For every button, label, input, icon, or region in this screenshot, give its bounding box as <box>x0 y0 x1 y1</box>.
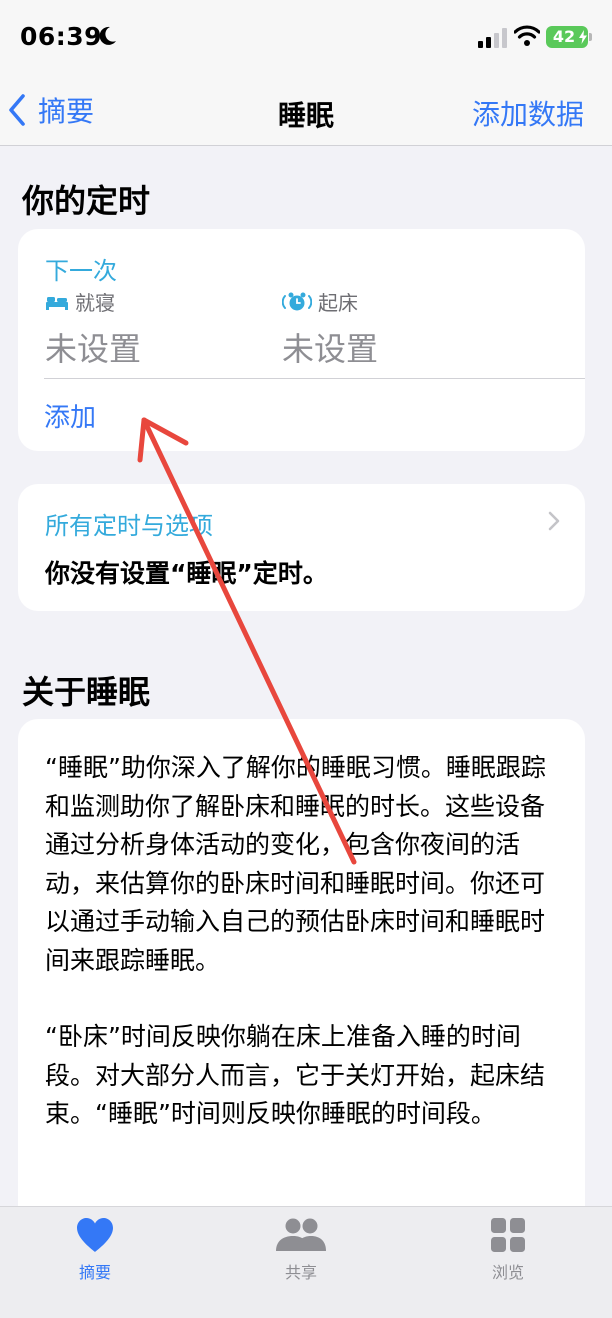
grid-icon <box>491 1218 525 1252</box>
no-schedule-message: 你没有设置“睡眠”定时。 <box>45 559 328 588</box>
navigation-bar: 摘要 睡眠 添加数据 <box>0 74 612 146</box>
about-text: “睡眠”助你深入了解你的睡眠习惯。睡眠跟踪和监测助你了解卧床和睡眠的时长。这些设… <box>45 749 563 1134</box>
about-card: “睡眠”助你深入了解你的睡眠习惯。睡眠跟踪和监测助你了解卧床和睡眠的时长。这些设… <box>18 719 585 1239</box>
status-time: 06:39 <box>20 22 103 51</box>
chevron-right-icon <box>548 511 560 531</box>
battery-level: 42 <box>552 27 576 46</box>
tab-sharing[interactable]: 共享 <box>246 1217 356 1283</box>
schedule-heading: 你的定时 <box>22 182 151 220</box>
all-schedules-options-card[interactable]: 所有定时与选项 你没有设置“睡眠”定时。 <box>18 484 585 611</box>
alarm-clock-icon <box>282 292 312 310</box>
battery-indicator: 42 <box>546 26 588 48</box>
all-schedules-options-label: 所有定时与选项 <box>45 512 213 540</box>
cellular-signal-icon <box>478 28 507 48</box>
moon-icon <box>99 26 116 45</box>
add-data-button[interactable]: 添加数据 <box>472 93 584 133</box>
tab-bar: 摘要 共享 浏览 <box>0 1206 612 1318</box>
status-bar: 06:39 42 <box>0 0 612 74</box>
bedtime-label: 就寝 <box>75 291 115 315</box>
tab-browse-label: 浏览 <box>491 1263 524 1282</box>
bedtime-value: 未设置 <box>45 330 142 368</box>
add-schedule-button[interactable]: 添加 <box>44 397 96 434</box>
tab-sharing-label: 共享 <box>284 1263 317 1282</box>
wake-slot: 起床 未设置 <box>282 287 378 370</box>
about-paragraph-2: “卧床”时间反映你躺在床上准备入睡的时间段。对大部分人而言，它于关灯开始，起床结… <box>45 1022 546 1128</box>
tab-summary[interactable]: 摘要 <box>40 1217 150 1283</box>
people-icon <box>276 1218 326 1251</box>
tab-browse[interactable]: 浏览 <box>453 1217 563 1283</box>
bed-icon <box>46 296 68 310</box>
wifi-icon <box>514 25 540 46</box>
next-label: 下一次 <box>45 257 117 285</box>
sleep-screen: 06:39 42 摘要 睡眠 添加数据 你的定时 下一次 就寝 未设置 起床 未… <box>0 0 612 1318</box>
card-divider <box>44 378 585 379</box>
charging-bolt-icon <box>579 30 587 44</box>
wake-value: 未设置 <box>282 330 379 368</box>
wake-header: 起床 <box>282 287 378 316</box>
battery-tip <box>589 33 592 41</box>
about-paragraph-1: “睡眠”助你深入了解你的睡眠习惯。睡眠跟踪和监测助你了解卧床和睡眠的时长。这些设… <box>45 753 546 975</box>
bedtime-header: 就寝 <box>45 287 141 316</box>
bedtime-slot: 就寝 未设置 <box>45 287 141 370</box>
heart-icon <box>77 1218 113 1252</box>
tab-summary-label: 摘要 <box>78 1263 111 1282</box>
wake-label: 起床 <box>318 291 358 315</box>
schedule-card: 下一次 就寝 未设置 起床 未设置 添加 <box>18 229 585 451</box>
about-heading: 关于睡眠 <box>22 673 151 711</box>
